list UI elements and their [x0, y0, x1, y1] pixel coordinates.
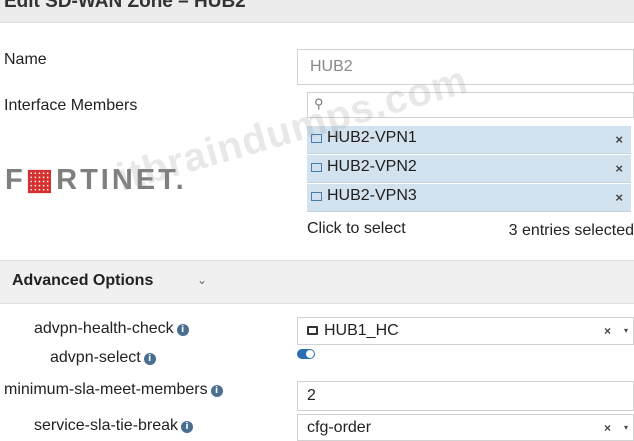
toggle-knob — [306, 350, 314, 358]
fortinet-mark-icon: ▦ — [25, 164, 57, 196]
clear-icon[interactable]: × — [604, 324, 611, 338]
member-name: HUB2-VPN3 — [327, 187, 417, 204]
chevron-down-icon: ⌄ — [197, 273, 208, 287]
search-icon: ⚲ — [314, 96, 324, 111]
info-icon: i — [210, 385, 223, 397]
member-search-input[interactable]: ⚲ — [307, 92, 634, 118]
member-item[interactable]: HUB2-VPN1 × — [307, 126, 631, 154]
advanced-options-title: Advanced Options — [12, 272, 154, 289]
minimum-sla-meet-members-label: minimum-sla-meet-members i — [4, 381, 223, 399]
interface-icon — [311, 163, 322, 172]
service-sla-tie-break-label: service-sla-tie-break i — [34, 417, 194, 435]
advpn-health-check-value: HUB1_HC — [324, 322, 399, 339]
interface-icon — [311, 134, 322, 143]
clear-icon[interactable]: × — [604, 421, 611, 435]
name-field[interactable]: HUB2 — [297, 49, 634, 85]
advpn-health-check-label: advpn-health-check i — [34, 320, 189, 338]
service-sla-tie-break-value: cfg-order — [307, 419, 372, 436]
minimum-sla-meet-members-input[interactable]: 2 — [297, 381, 634, 411]
info-icon: i — [143, 353, 156, 365]
dropdown-caret-icon[interactable]: ▾ — [624, 423, 628, 432]
interface-members-label: Interface Members — [4, 97, 138, 114]
remove-member-icon[interactable]: × — [615, 190, 623, 205]
dropdown-caret-icon[interactable]: ▾ — [624, 326, 628, 335]
remove-member-icon[interactable]: × — [615, 161, 623, 176]
fortinet-logo: F▦RTINET. — [5, 164, 187, 196]
advpn-health-check-select[interactable]: HUB1_HC × ▾ — [297, 317, 634, 345]
member-name: HUB2-VPN2 — [327, 158, 417, 175]
name-value: HUB2 — [310, 58, 353, 75]
dialog-title-bar: Edit SD-WAN Zone – HUB2 — [0, 0, 634, 23]
interface-icon — [311, 192, 322, 201]
entries-selected-count: 3 entries selected — [508, 222, 634, 239]
advanced-options-header[interactable]: Advanced Options ⌄ — [0, 260, 634, 304]
interface-members-field[interactable]: ⚲ HUB2-VPN1 × HUB2-VPN2 × HUB2-VPN3 × Cl… — [297, 88, 634, 248]
info-icon: i — [176, 324, 189, 336]
member-item[interactable]: HUB2-VPN3 × — [307, 184, 631, 212]
advpn-select-toggle[interactable] — [297, 349, 315, 359]
member-name: HUB2-VPN1 — [327, 129, 417, 146]
info-icon: i — [181, 421, 194, 433]
advpn-select-label: advpn-select i — [50, 349, 156, 367]
click-to-select-link[interactable]: Click to select — [307, 220, 406, 238]
minimum-sla-meet-members-value: 2 — [307, 387, 316, 404]
health-check-icon — [307, 326, 318, 335]
service-sla-tie-break-select[interactable]: cfg-order × ▾ — [297, 414, 634, 441]
dialog-title: Edit SD-WAN Zone – HUB2 — [4, 0, 246, 12]
remove-member-icon[interactable]: × — [615, 132, 623, 147]
name-label: Name — [4, 51, 47, 68]
member-item[interactable]: HUB2-VPN2 × — [307, 155, 631, 183]
